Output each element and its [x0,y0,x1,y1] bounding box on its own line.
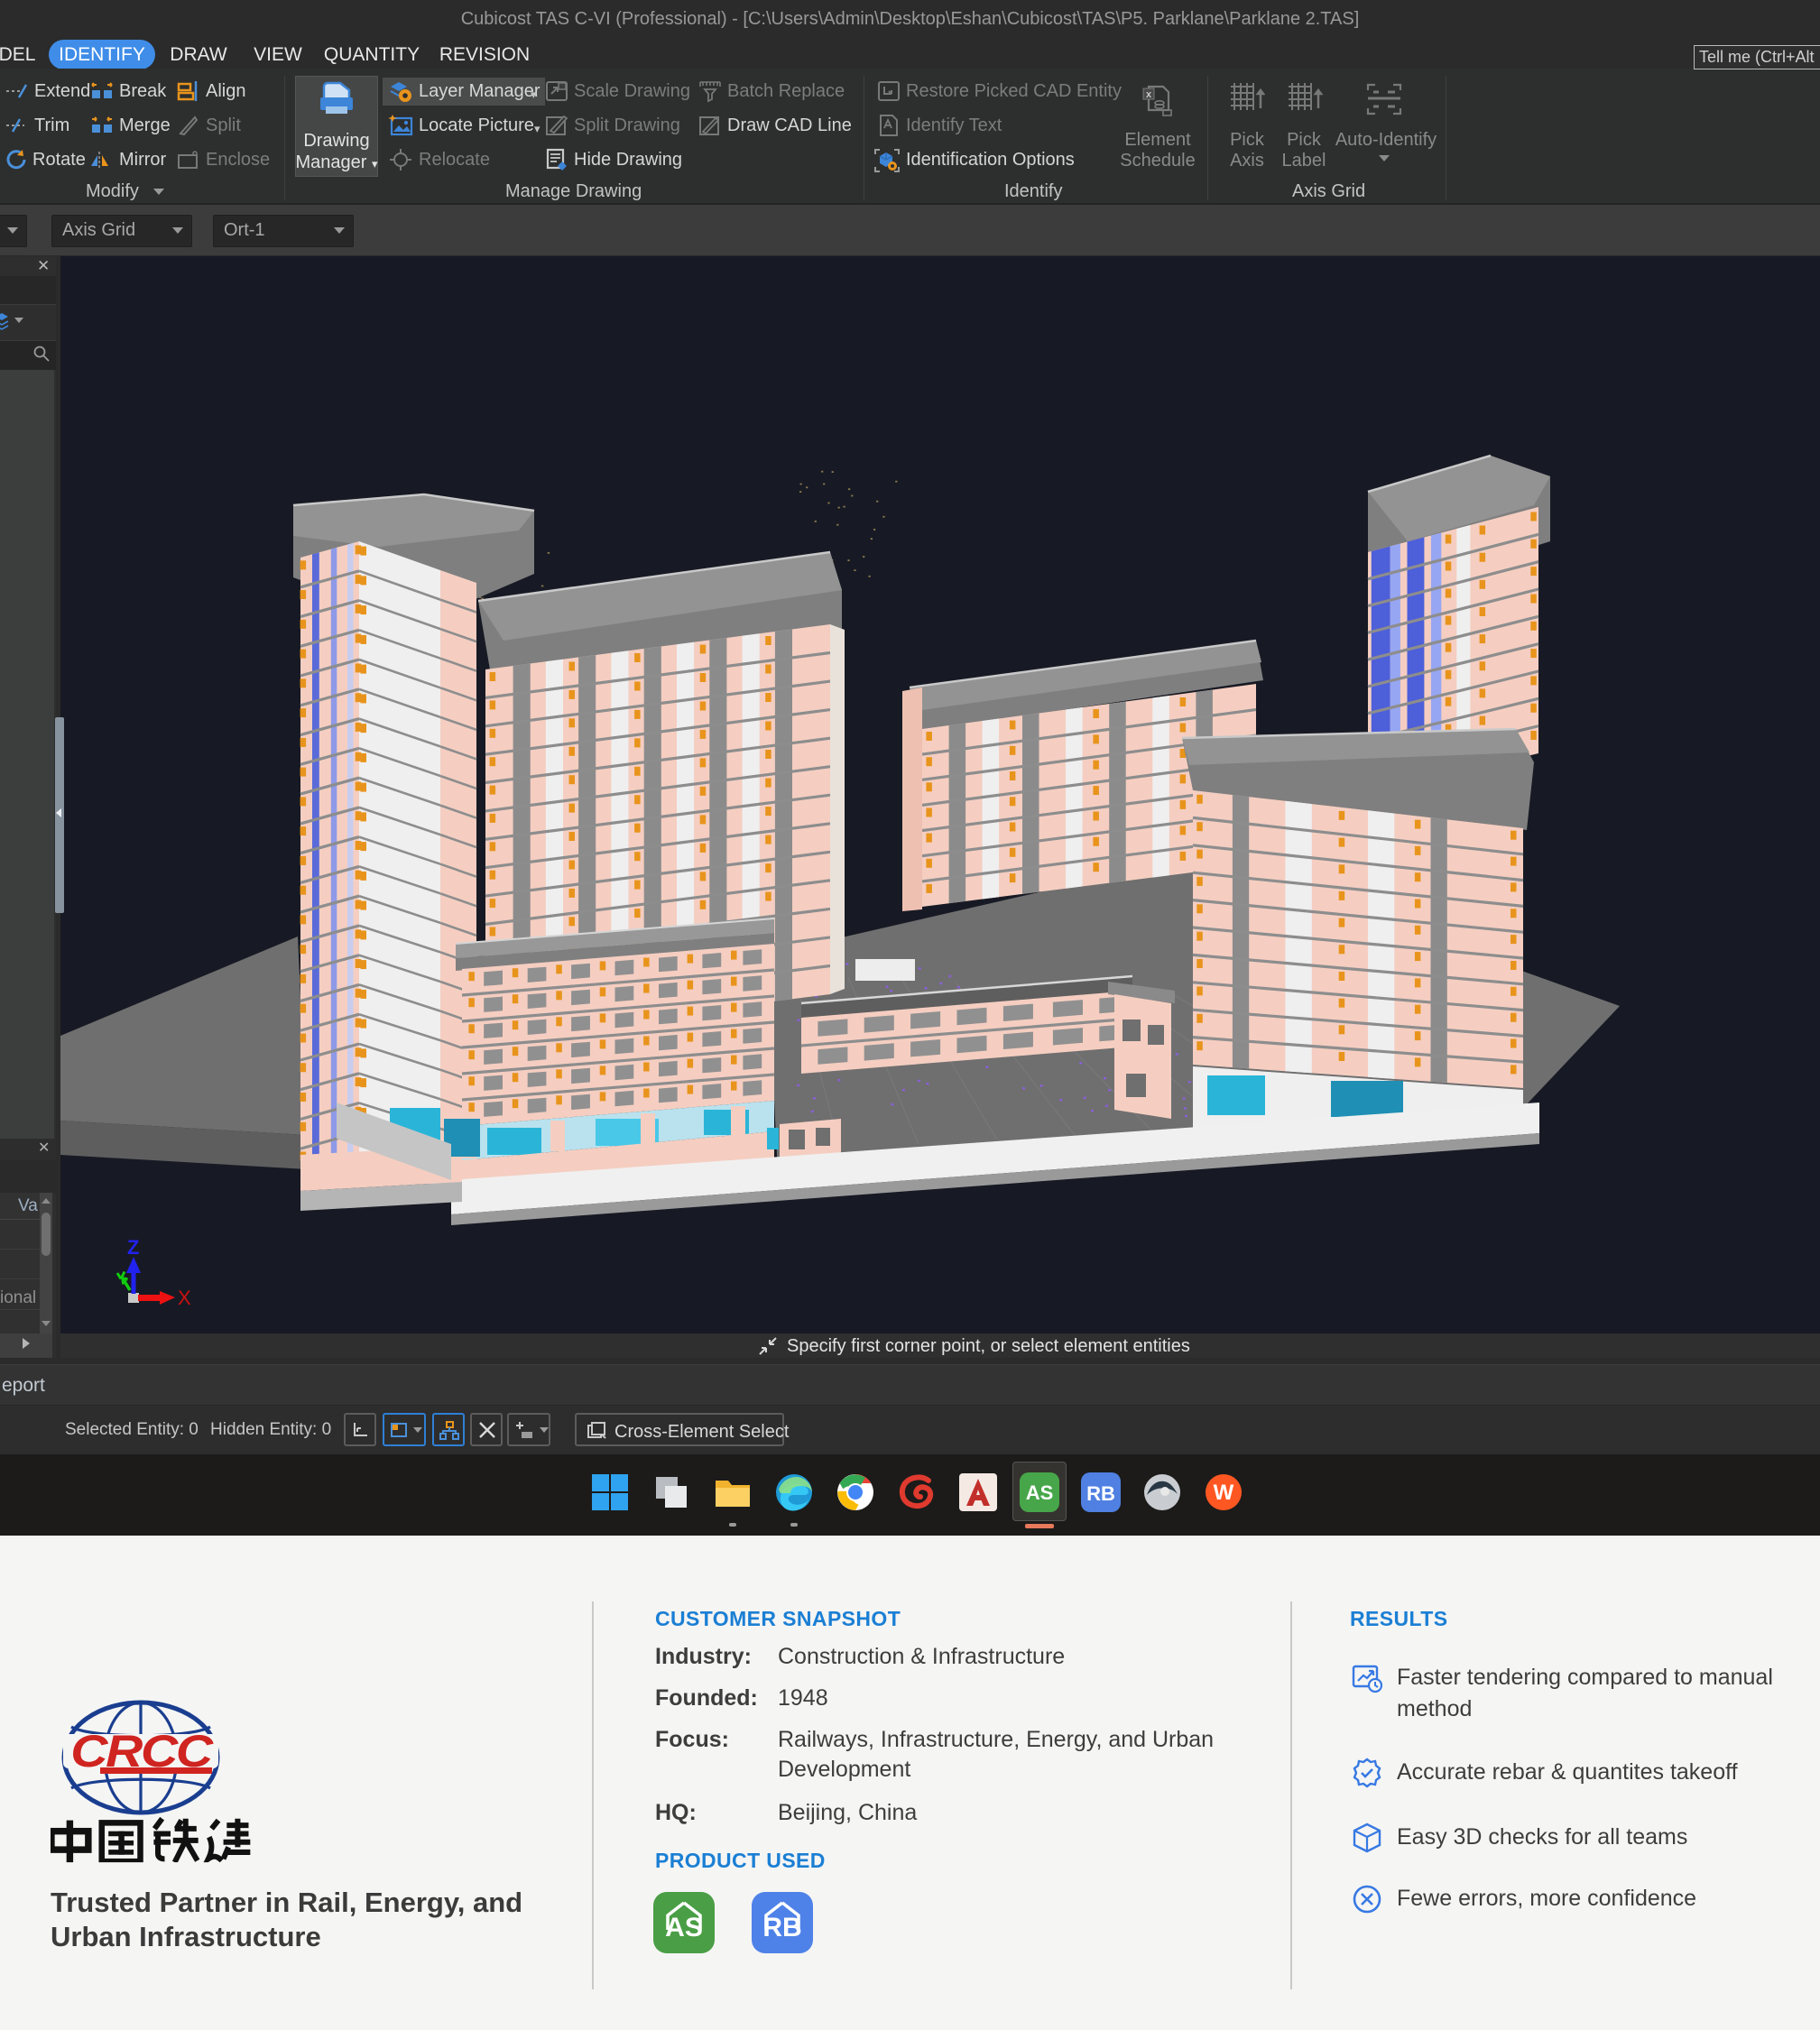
svg-text:Z: Z [127,1236,139,1259]
svg-text:RB: RB [1086,1482,1115,1505]
svg-text:x: x [1146,89,1152,100]
svg-text:W: W [1214,1481,1234,1505]
svg-text:RB: RB [762,1913,801,1942]
svg-text:AS: AS [1026,1481,1054,1504]
svg-text:X: X [178,1287,191,1309]
svg-text:AS: AS [665,1913,703,1942]
